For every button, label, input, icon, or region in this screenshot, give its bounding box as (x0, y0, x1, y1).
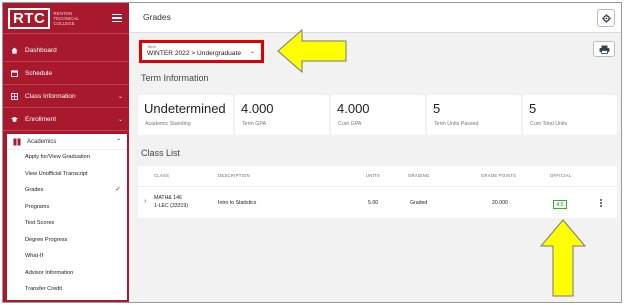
submenu-item[interactable]: Programs (25, 204, 49, 210)
divider (3, 33, 129, 34)
gear-icon (601, 13, 611, 23)
column-header: DESCRIPTION (218, 173, 250, 178)
column-header: UNITS (366, 173, 381, 178)
divider (3, 107, 129, 108)
calendar-icon (11, 69, 18, 77)
home-icon (11, 46, 18, 54)
column-header: GRADE POINTS (481, 173, 517, 178)
menu-icon[interactable] (112, 12, 122, 25)
sidebar-item-enrollment[interactable]: Enrollment ⌄ (3, 109, 129, 129)
page-title: Grades (143, 12, 171, 22)
annotation-arrow-up-icon (539, 219, 587, 297)
stat-card: 5 Term Units Passed (427, 95, 521, 135)
app-window: RTC RENTON TECHNICAL COLLEGE Dashboard S… (2, 2, 622, 303)
submenu-item[interactable]: Advisor Information (25, 270, 73, 276)
submenu-item[interactable]: Degree Progress (25, 237, 67, 243)
term-value: WINTER 2022 > Undergraduate (147, 50, 242, 57)
chevron-up-icon: ⌃ (115, 139, 121, 145)
class-table: CLASS DESCRIPTION UNITS GRADING GRADE PO… (138, 166, 617, 218)
chevron-down-icon: ⌄ (117, 116, 123, 123)
sidebar-item-academics[interactable]: Academics ⌃ (7, 134, 127, 150)
submenu-item[interactable]: View Unofficial Transcript (25, 171, 88, 177)
class-description: Intro to Statistics (218, 200, 257, 206)
print-button[interactable] (593, 41, 615, 57)
submenu-item[interactable]: Test Scores (25, 220, 54, 226)
class-grading: Graded (410, 200, 428, 206)
sidebar-item-label: Class Information (25, 92, 76, 100)
stat-label: Term GPA (242, 121, 267, 127)
submenu-item[interactable]: Apply for/View Graduation (25, 154, 90, 160)
annotation-arrow-left-icon (277, 28, 347, 74)
divider (3, 130, 129, 131)
sidebar-item-schedule[interactable]: Schedule (3, 63, 129, 83)
sidebar: RTC RENTON TECHNICAL COLLEGE Dashboard S… (3, 3, 129, 302)
stat-card: Undetermined Academic Standing (138, 95, 233, 135)
table-row[interactable]: › MATH& 146 1-LEC (33319) Intro to Stati… (138, 186, 617, 218)
term-label: Term (147, 44, 156, 49)
term-information-heading: Term Information (141, 73, 209, 83)
official-grade-badge: 4.0 (553, 200, 567, 209)
chevron-right-icon[interactable]: › (144, 198, 146, 205)
divider (3, 61, 129, 62)
class-list-heading: Class List (141, 148, 181, 158)
submenu-item-grades[interactable]: Grades (25, 187, 43, 193)
stat-value: Undetermined (144, 101, 226, 116)
class-code: MATH& 146 (154, 195, 182, 201)
stat-label: Term Units Passed (434, 121, 479, 127)
column-header: GRADING (408, 173, 430, 178)
stat-card: 4.000 Cum GPA (331, 95, 425, 135)
stat-value: 5 (529, 101, 537, 116)
class-grade-points: 20.000 (492, 200, 508, 206)
academics-submenu: Academics ⌃ Apply for/View Graduation Vi… (7, 134, 127, 300)
class-section: 1-LEC (33319) (154, 203, 189, 209)
graduation-cap-icon (11, 116, 18, 122)
stat-label: Academic Standing (145, 121, 191, 127)
class-units: 5.00 (368, 200, 379, 206)
checkmark-icon: ✓ (115, 186, 121, 193)
sidebar-item-dashboard[interactable]: Dashboard (3, 40, 129, 60)
term-select[interactable]: Term WINTER 2022 > Undergraduate ⌄ (139, 40, 264, 63)
sidebar-item-label: Enrollment (25, 115, 57, 123)
settings-button[interactable] (597, 9, 615, 27)
brand: RTC RENTON TECHNICAL COLLEGE (3, 3, 129, 33)
stat-card: 4.000 Term GPA (235, 95, 329, 135)
divider (3, 84, 129, 85)
book-icon (13, 138, 21, 145)
submenu-item[interactable]: What-If (25, 253, 43, 259)
grid-icon (11, 92, 18, 100)
column-header: CLASS (154, 173, 170, 178)
printer-icon (599, 45, 609, 54)
stat-value: 5 (433, 101, 441, 116)
sidebar-item-label: Schedule (25, 69, 53, 77)
stat-value: 4.000 (241, 101, 274, 116)
sidebar-item-class-information[interactable]: Class Information ⌄ (3, 86, 129, 106)
stat-card: 5 Cum Total Units (523, 95, 617, 135)
header-bar: Grades (129, 3, 621, 33)
logo: RTC (8, 7, 51, 29)
more-options-icon[interactable] (600, 198, 603, 208)
chevron-down-icon: ⌄ (117, 93, 123, 100)
chevron-down-icon: ⌄ (249, 49, 255, 55)
stat-label: Cum Total Units (530, 121, 568, 127)
sidebar-item-label: Dashboard (25, 46, 57, 54)
stat-label: Cum GPA (338, 121, 362, 127)
column-header: OFFICIAL (550, 173, 572, 178)
logo-subtitle: RENTON TECHNICAL COLLEGE (53, 10, 79, 26)
submenu-item[interactable]: Transfer Credit (25, 286, 62, 292)
main-content: Grades Term WINTER 2022 > Undergraduate … (129, 3, 621, 302)
stat-value: 4.000 (337, 101, 370, 116)
sidebar-item-label: Academics (27, 138, 57, 145)
